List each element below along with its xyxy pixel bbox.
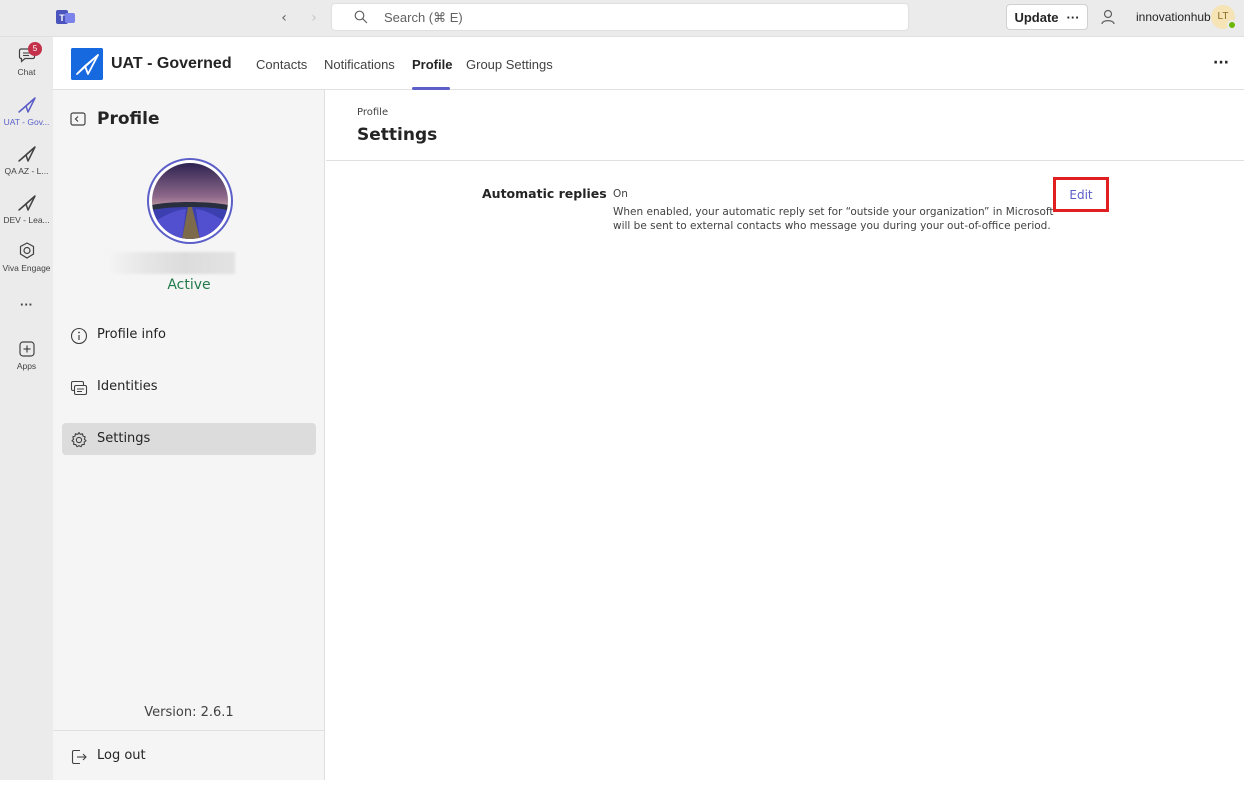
automatic-replies-label: Automatic replies: [482, 186, 607, 201]
info-icon: [70, 327, 88, 345]
search-placeholder: Search (⌘ E): [384, 10, 463, 25]
title-bar: T ‹ › Search (⌘ E) Update ··· innovation…: [0, 0, 1244, 37]
rail-item-dev[interactable]: DEV - Lea...: [0, 193, 53, 225]
more-options-icon[interactable]: ···: [1213, 55, 1229, 71]
settings-content: Profile Settings Automatic replies On Wh…: [326, 90, 1244, 780]
profile-sidebar: Profile Active Profile info Identities S…: [53, 90, 325, 780]
panel-title: Profile: [97, 109, 160, 129]
app-logo-icon: [71, 48, 103, 80]
logout-label: Log out: [97, 748, 146, 763]
app-plane-icon: [17, 97, 36, 113]
edit-button[interactable]: Edit: [1053, 177, 1109, 212]
sidebar-item-profile-info[interactable]: Profile info: [62, 319, 316, 351]
collapse-panel-icon[interactable]: [70, 112, 86, 126]
more-options-icon: ···: [1066, 9, 1080, 25]
rail-item-chat[interactable]: 5 Chat: [0, 42, 53, 77]
rail-item-qa[interactable]: QA AZ - L...: [0, 144, 53, 176]
sidebar-item-label: Settings: [97, 431, 151, 446]
rail-dev-label: DEV - Lea...: [3, 215, 50, 225]
automatic-replies-value: On: [613, 188, 628, 200]
app-version: Version: 2.6.1: [144, 705, 234, 720]
profile-photo: [152, 163, 228, 239]
divider: [53, 730, 325, 731]
automatic-replies-description: When enabled, your automatic reply set f…: [613, 206, 1054, 232]
sidebar-item-label: Identities: [97, 379, 158, 394]
app-plane-icon: [17, 146, 36, 162]
tab-notifications[interactable]: Notifications: [324, 57, 395, 72]
tab-profile[interactable]: Profile: [412, 57, 452, 72]
app-title: UAT - Governed: [111, 55, 232, 72]
rail-chat-label: Chat: [17, 67, 36, 77]
add-apps-icon: [18, 341, 35, 357]
identities-icon: [70, 380, 88, 396]
window-bottom-edge: [0, 780, 1244, 796]
rail-qa-label: QA AZ - L...: [4, 166, 49, 176]
presence-status: Active: [167, 277, 211, 293]
update-button[interactable]: Update ···: [1006, 4, 1088, 30]
rail-item-uat[interactable]: UAT - Gov...: [0, 95, 53, 127]
teams-logo-icon[interactable]: T: [56, 8, 76, 26]
search-input[interactable]: Search (⌘ E): [331, 3, 909, 31]
viva-engage-icon: [19, 242, 34, 259]
chat-badge: 5: [28, 42, 42, 56]
rail-apps-label: Apps: [16, 361, 37, 371]
rail-viva-label: Viva Engage: [2, 263, 51, 273]
app-rail: 5 Chat UAT - Gov... QA AZ - L... DEV - L…: [0, 37, 53, 780]
rail-uat-label: UAT - Gov...: [3, 117, 50, 127]
app-plane-icon: [17, 195, 36, 211]
profile-picture: [147, 158, 233, 244]
logout-icon: [71, 749, 87, 765]
tab-contacts[interactable]: Contacts: [256, 57, 307, 72]
breadcrumb[interactable]: Profile: [357, 107, 388, 118]
logout-button[interactable]: Log out: [70, 746, 270, 766]
sidebar-item-settings[interactable]: Settings: [62, 423, 316, 455]
org-name[interactable]: innovationhub: [1136, 10, 1211, 24]
page-title: Settings: [357, 125, 438, 145]
app-header: UAT - Governed Contacts Notifications Pr…: [53, 37, 1244, 90]
rail-item-viva-engage[interactable]: Viva Engage: [0, 241, 53, 273]
svg-text:T: T: [59, 13, 65, 23]
user-name-redacted: [107, 252, 235, 274]
divider: [326, 160, 1244, 161]
rail-item-apps[interactable]: Apps: [0, 339, 53, 371]
search-icon: [354, 10, 368, 24]
back-arrow-icon[interactable]: ‹: [274, 8, 294, 28]
tab-group-settings[interactable]: Group Settings: [466, 57, 553, 72]
forward-arrow-icon[interactable]: ›: [304, 8, 324, 28]
gear-icon: [71, 431, 87, 448]
sidebar-item-identities[interactable]: Identities: [62, 371, 316, 403]
presence-available-icon: [1227, 20, 1237, 30]
people-icon[interactable]: [1100, 8, 1118, 26]
rail-more-apps[interactable]: ···: [0, 295, 53, 312]
update-label: Update: [1014, 9, 1059, 25]
sidebar-item-label: Profile info: [97, 327, 166, 342]
more-icon: ···: [20, 297, 33, 312]
